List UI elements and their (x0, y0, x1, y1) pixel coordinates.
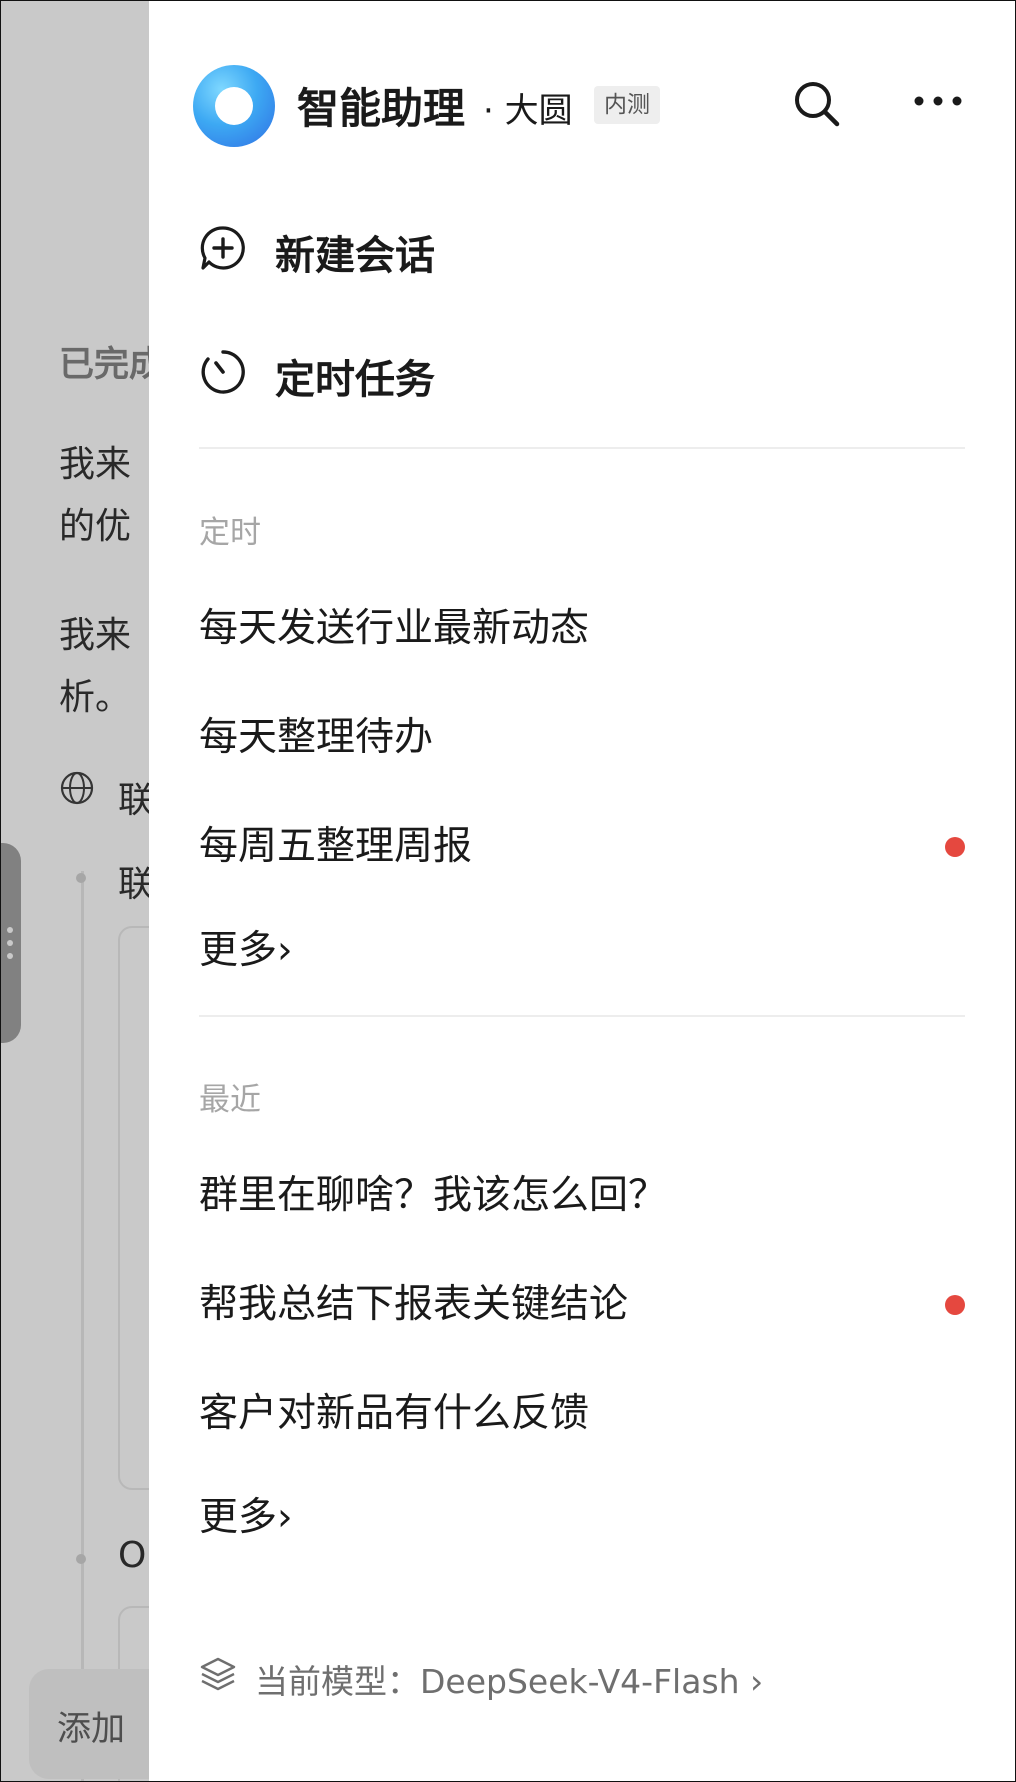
recent-item-label: 帮我总结下报表关键结论 (199, 1282, 629, 1327)
recent-item[interactable]: 帮我总结下报表关键结论 (149, 1265, 1015, 1335)
model-selector[interactable]: 当前模型：DeepSeek-V4-Flash › (199, 1649, 959, 1701)
section-divider (199, 447, 965, 449)
new-chat-button[interactable]: 新建会话 (149, 207, 1015, 287)
model-label: 当前模型：DeepSeek-V4-Flash › (255, 1662, 764, 1701)
scheduled-item-label: 每周五整理周报 (199, 824, 473, 869)
overlay-scrim[interactable] (1, 1, 151, 1781)
recent-item[interactable]: 客户对新品有什么反馈 (149, 1374, 1015, 1444)
scheduled-item[interactable]: 每周五整理周报 (149, 807, 1015, 877)
unread-dot (945, 837, 965, 857)
section-divider (199, 1015, 965, 1017)
timer-icon (201, 350, 245, 394)
more-options-icon[interactable] (913, 91, 963, 111)
unread-dot (945, 1295, 965, 1315)
scheduled-item-label: 每天发送行业最新动态 (199, 606, 590, 651)
scheduled-section-title: 定时 (199, 515, 261, 551)
recent-item-label: 客户对新品有什么反馈 (199, 1391, 590, 1436)
recent-section-title: 最近 (199, 1082, 261, 1118)
new-chat-label: 新建会话 (275, 233, 435, 279)
app-title: 智能助理 (297, 84, 466, 133)
search-icon[interactable] (792, 79, 842, 129)
new-chat-icon (200, 226, 245, 270)
layers-icon (200, 1657, 236, 1691)
scheduled-more-link[interactable]: 更多› (199, 919, 293, 975)
scheduled-item[interactable]: 每天发送行业最新动态 (149, 589, 1015, 659)
recent-item-label: 群里在聊啥？我该怎么回？ (199, 1173, 668, 1218)
recent-item[interactable]: 群里在聊啥？我该怎么回？ (149, 1156, 1015, 1226)
scheduled-tasks-button[interactable]: 定时任务 (149, 331, 1015, 411)
app-subtitle: · 大圆 (483, 91, 573, 131)
app-frame: 已完成 我来 的优 我来 析。 联 联 O 添加 智能助理 · 大圆 内测 (0, 0, 1016, 1782)
side-drawer: 智能助理 · 大圆 内测 新建会话 定时任务 定时 每天发送行业最新动态 每天整… (149, 1, 1015, 1781)
beta-badge: 内测 (594, 86, 660, 124)
drawer-header: 智能助理 · 大圆 内测 (149, 61, 1015, 151)
scheduled-item[interactable]: 每天整理待办 (149, 698, 1015, 768)
scheduled-item-label: 每天整理待办 (199, 715, 434, 760)
recent-more-link[interactable]: 更多› (199, 1486, 293, 1542)
scheduled-tasks-label: 定时任务 (275, 357, 435, 403)
assistant-logo-icon (193, 65, 275, 147)
